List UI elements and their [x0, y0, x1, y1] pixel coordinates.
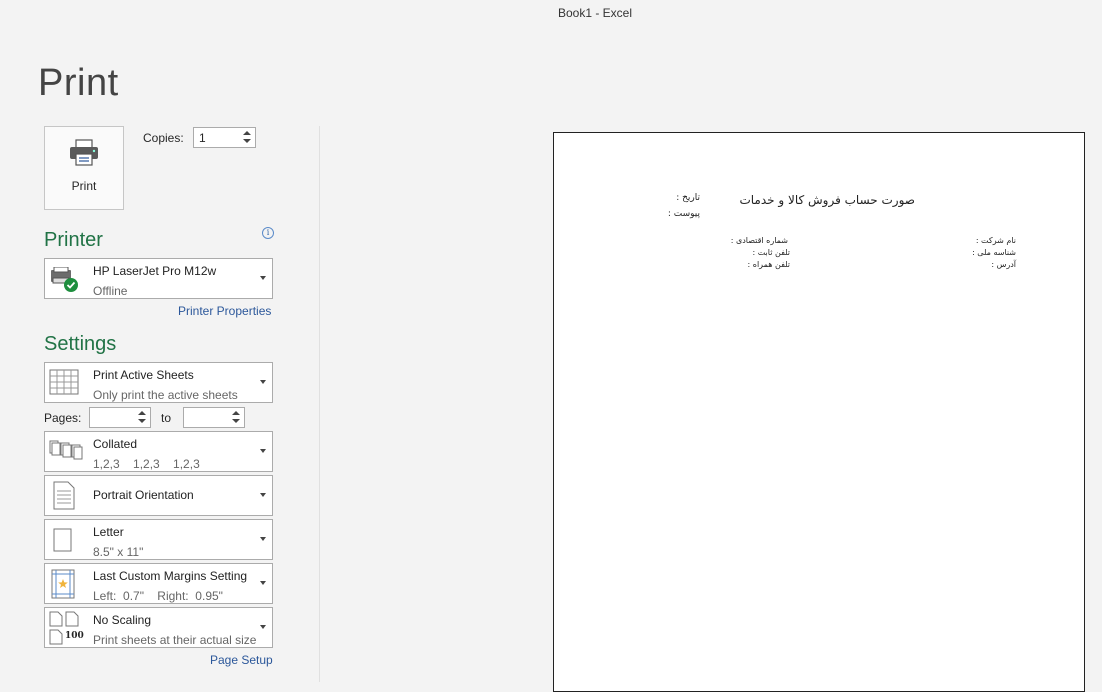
paper-icon [53, 528, 72, 552]
print-preview-page: صورت حساب فروش کالا و خدمات تاریخ : پیوس… [553, 132, 1085, 692]
scaling-icon-number: 100 [65, 631, 84, 641]
preview-economic-no-label: شماره اقتصادی : [730, 236, 788, 245]
preview-phone-label: تلفن ثابت : [752, 248, 790, 257]
preview-national-id-label: شناسه ملی : [972, 248, 1016, 257]
preview-attachment-label: پیوست : [667, 209, 700, 219]
collation-select[interactable]: Collated 1,2,3 1,2,3 1,2,3 [44, 431, 273, 472]
status-check-icon [64, 278, 78, 292]
chevron-down-icon [260, 581, 266, 585]
collation-title: Collated [93, 437, 138, 451]
pages-from-input[interactable] [89, 407, 151, 428]
chevron-up-icon[interactable] [138, 411, 146, 415]
pages-to-label: to [161, 411, 172, 425]
chevron-down-icon [260, 276, 266, 280]
margins-icon [51, 569, 75, 599]
printer-status: Offline [93, 284, 128, 298]
margins-select[interactable]: Last Custom Margins Setting Left: 0.7" R… [44, 563, 273, 604]
page-setup-link[interactable]: Page Setup [210, 653, 273, 667]
printer-device-icon [51, 267, 78, 292]
scaling-title: No Scaling [93, 613, 152, 627]
printer-select[interactable]: HP LaserJet Pro M12w Offline [44, 258, 273, 299]
pages-to-input[interactable] [183, 407, 245, 428]
preview-title: صورت حساب فروش کالا و خدمات [739, 193, 915, 207]
chevron-down-icon[interactable] [232, 419, 240, 423]
info-icon[interactable]: i [262, 227, 274, 239]
scaling-subtitle: Print sheets at their actual size [93, 633, 257, 647]
chevron-down-icon[interactable] [138, 419, 146, 423]
print-what-select[interactable]: Print Active Sheets Only print the activ… [44, 362, 273, 403]
preview-company-name-label: نام شرکت : [975, 236, 1016, 245]
chevron-down-icon [260, 380, 266, 384]
pane-divider [319, 126, 320, 682]
printer-name: HP LaserJet Pro M12w [93, 264, 217, 278]
preview-address-label: آدرس : [991, 260, 1016, 269]
print-what-title: Print Active Sheets [93, 368, 194, 382]
orientation-title: Portrait Orientation [93, 488, 194, 502]
window-title: Book1 - Excel [557, 6, 633, 20]
paper-subtitle: 8.5" x 11" [93, 545, 144, 559]
margins-title: Last Custom Margins Setting [93, 569, 248, 583]
chevron-up-icon[interactable] [232, 411, 240, 415]
chevron-down-icon [260, 493, 266, 497]
orientation-select[interactable]: Portrait Orientation [44, 475, 273, 516]
paper-size-select[interactable]: Letter 8.5" x 11" [44, 519, 273, 560]
chevron-down-icon [260, 537, 266, 541]
sheet-grid-icon [49, 369, 79, 395]
scaling-select[interactable]: 100 No Scaling Print sheets at their act… [44, 607, 273, 648]
print-button[interactable]: Print [44, 126, 124, 210]
settings-section-title: Settings [44, 333, 117, 355]
chevron-down-icon [260, 449, 266, 453]
copies-value: 1 [199, 131, 206, 145]
preview-date-label: تاریخ : [676, 193, 700, 203]
preview-mobile-label: تلفن همراه : [747, 260, 790, 269]
copies-label: Copies: [143, 131, 184, 145]
collated-pages-icon [49, 440, 83, 460]
chevron-up-icon[interactable] [243, 131, 251, 135]
print-what-subtitle: Only print the active sheets [93, 388, 238, 402]
portrait-page-icon [53, 481, 75, 510]
chevron-down-icon [260, 625, 266, 629]
collation-subtitle: 1,2,3 1,2,3 1,2,3 [93, 457, 200, 471]
printer-properties-link[interactable]: Printer Properties [178, 304, 271, 318]
pages-label: Pages: [44, 411, 82, 425]
chevron-down-icon[interactable] [243, 139, 251, 143]
page-title: Print [38, 62, 119, 104]
paper-title: Letter [93, 525, 124, 539]
margins-subtitle: Left: 0.7" Right: 0.95" [93, 589, 223, 603]
print-button-label: Print [71, 179, 97, 193]
printer-section-title: Printer [44, 229, 103, 251]
copies-stepper[interactable]: 1 [193, 127, 256, 148]
printer-icon [70, 139, 98, 166]
